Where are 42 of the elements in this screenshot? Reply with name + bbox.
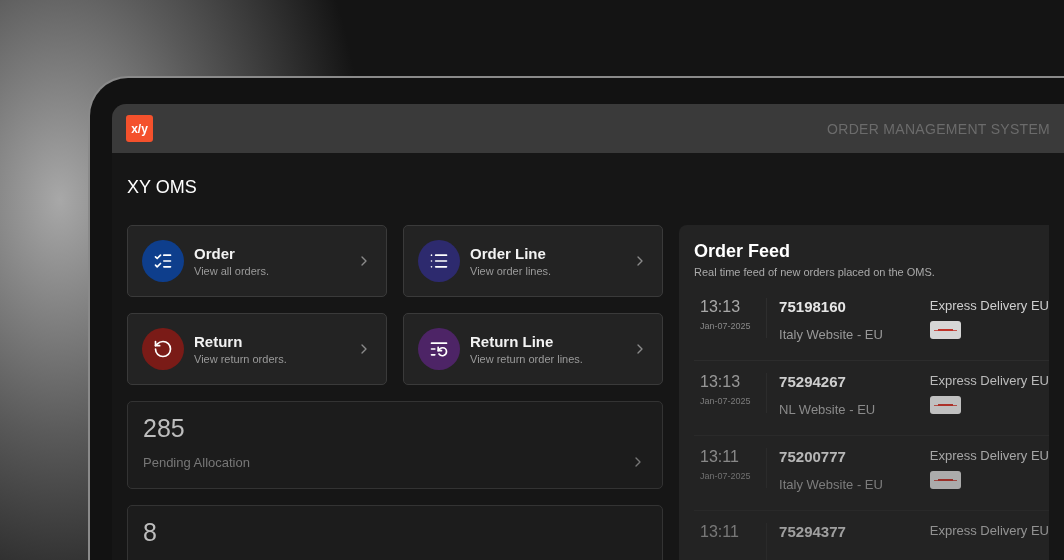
card-subtitle: View return orders. <box>194 353 287 365</box>
order-time: 13:13 <box>700 298 741 316</box>
order-channel: Italy Website - EU <box>779 477 883 492</box>
card-title: Return Line <box>470 333 554 350</box>
order-date: Jan-07-2025 <box>700 321 751 331</box>
stat-card[interactable]: 285 Pending Allocation <box>127 401 663 489</box>
order-number: 75200777 <box>779 448 846 465</box>
carrier-logo <box>929 321 961 339</box>
nav-card[interactable]: Order View all orders. <box>127 225 387 297</box>
card-title: Order <box>194 245 235 262</box>
order-number: 75294267 <box>779 373 846 390</box>
logo: x/y <box>126 115 153 142</box>
order-number: 75294377 <box>779 523 846 540</box>
stat-label: Pending Allocation <box>143 455 250 470</box>
order-number: 75198160 <box>779 298 846 315</box>
carrier-logo <box>929 471 961 489</box>
page-title: XY OMS <box>127 177 198 198</box>
stat-value: 8 <box>143 518 157 547</box>
delivery-method: Express Delivery EU <box>929 448 1049 463</box>
delivery-method: Express Delivery EU <box>929 523 1049 538</box>
nav-card[interactable]: Return Line View return order lines. <box>403 313 663 385</box>
order-time: 13:13 <box>700 373 741 391</box>
card-subtitle: View all orders. <box>194 265 269 277</box>
order-date: Jan-07-2025 <box>700 396 751 406</box>
card-subtitle: View return order lines. <box>470 353 583 365</box>
card-title: Order Line <box>470 245 546 262</box>
feed-subtitle: Real time feed of new orders placed on the OMS. <box>694 266 936 278</box>
delivery-method: Express Delivery EU <box>929 298 1049 313</box>
card-subtitle: View order lines. <box>470 265 552 277</box>
order-time: 13:11 <box>700 523 739 541</box>
stat-value: 285 <box>143 414 185 443</box>
carrier-logo <box>929 396 961 414</box>
feed-title: Order Feed <box>694 241 791 262</box>
card-title: Return <box>194 333 243 350</box>
order-channel: Italy Website - EU <box>779 327 883 342</box>
nav-card[interactable]: Return View return orders. <box>127 313 387 385</box>
nav-card[interactable]: Order Line View order lines. <box>403 225 663 297</box>
order-time: 13:11 <box>700 448 739 466</box>
order-channel: NL Website - EU <box>779 402 876 417</box>
order-date: Jan-07-2025 <box>700 471 751 481</box>
delivery-method: Express Delivery EU <box>929 373 1049 388</box>
stat-card[interactable]: 8 <box>127 505 663 560</box>
